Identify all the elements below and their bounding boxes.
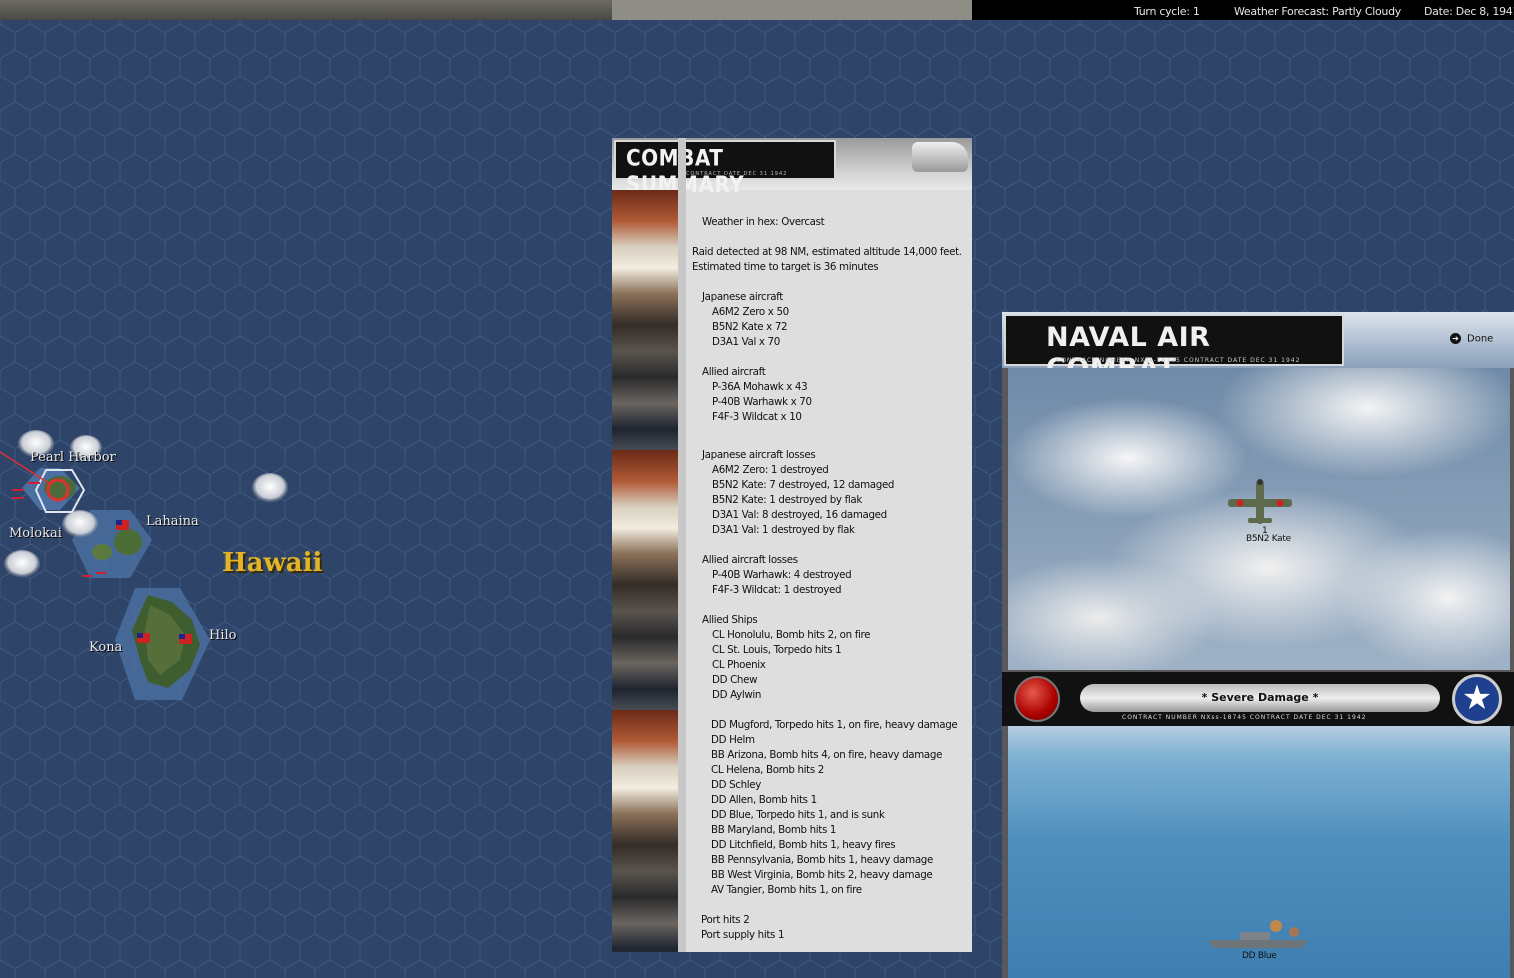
aircraft-label: B5N2 Kate xyxy=(1246,534,1291,544)
done-label: Done xyxy=(1467,333,1494,345)
summary-line: CL Phoenix xyxy=(712,659,766,671)
summary-line: DD Aylwin xyxy=(712,689,762,701)
summary-line: F4F-3 Wildcat x 10 xyxy=(712,411,802,423)
summary-line: F4F-3 Wildcat: 1 destroyed xyxy=(712,584,842,596)
place-label-hilo: Hilo xyxy=(209,628,237,643)
place-label-lahaina: Lahaina xyxy=(146,514,199,529)
naval-air-combat-header: NAVAL AIR COMBAT CONTRACT NUMBER NXss-18… xyxy=(1002,312,1514,384)
naval-air-combat-title-plate: NAVAL AIR COMBAT CONTRACT NUMBER NXss-18… xyxy=(1004,314,1344,384)
photo-strip xyxy=(612,190,678,450)
summary-line: D3A1 Val: 1 destroyed by flak xyxy=(712,524,855,536)
summary-heading: Japanese aircraft xyxy=(702,291,783,303)
summary-line: DD Blue, Torpedo hits 1, and is sunk xyxy=(711,809,885,821)
arrow-right-icon: ➔ xyxy=(1450,333,1461,344)
turn-cycle-label: Turn cycle: 1 xyxy=(1134,5,1200,18)
summary-line: DD Helm xyxy=(711,734,755,746)
summary-heading: Allied aircraft losses xyxy=(702,554,798,566)
aircraft-icon[interactable] xyxy=(1008,368,1510,670)
summary-line: Port supply hits 1 xyxy=(701,929,785,941)
summary-line: DD Chew xyxy=(712,674,758,686)
damage-bar-contract: CONTRACT NUMBER NXss-18745 CONTRACT DATE… xyxy=(1122,714,1367,721)
summary-line: A6M2 Zero x 50 xyxy=(712,306,789,318)
summary-line: BB Maryland, Bomb hits 1 xyxy=(711,824,837,836)
summary-line: DD Allen, Bomb hits 1 xyxy=(711,794,817,806)
combat-summary-title-plate: COMBAT SUMMARY CONTRACT DATE DEC 31 1942 xyxy=(614,140,836,197)
naval-air-combat-panel[interactable]: NAVAL AIR COMBAT CONTRACT NUMBER NXss-18… xyxy=(1002,312,1514,978)
lamp-icon xyxy=(912,142,968,172)
combat-summary-panel[interactable]: COMBAT SUMMARY CONTRACT DATE DEC 31 1942… xyxy=(612,138,972,952)
combat-summary-contract: CONTRACT DATE DEC 31 1942 xyxy=(686,171,788,177)
summary-heading: Allied Ships xyxy=(702,614,758,626)
weather-forecast-label: Weather Forecast: Partly Cloudy xyxy=(1234,5,1401,18)
place-label-kona: Kona xyxy=(89,640,123,655)
summary-heading: Japanese aircraft losses xyxy=(702,449,816,461)
status-bar: Turn cycle: 1 Weather Forecast: Partly C… xyxy=(972,0,1514,21)
summary-line: Raid detected at 98 NM, estimated altitu… xyxy=(692,246,962,258)
sea-view: DD Blue xyxy=(1008,726,1510,978)
ship-icon[interactable] xyxy=(1008,726,1510,978)
summary-line: BB West Virginia, Bomb hits 2, heavy dam… xyxy=(711,869,933,881)
top-bar-segment xyxy=(612,0,972,20)
summary-line: D3A1 Val: 8 destroyed, 16 damaged xyxy=(712,509,887,521)
damage-bar: * Severe Damage * CONTRACT NUMBER NXss-1… xyxy=(1002,672,1514,726)
summary-line: A6M2 Zero: 1 destroyed xyxy=(712,464,829,476)
summary-line: Port hits 2 xyxy=(701,914,750,926)
photo-strip-edge xyxy=(678,138,686,952)
summary-line: BB Arizona, Bomb hits 4, on fire, heavy … xyxy=(711,749,943,761)
summary-line: P-40B Warhawk x 70 xyxy=(712,396,812,408)
combat-summary-header: COMBAT SUMMARY CONTRACT DATE DEC 31 1942 xyxy=(612,138,972,197)
summary-heading: Allied aircraft xyxy=(702,366,766,378)
summary-line: D3A1 Val x 70 xyxy=(712,336,780,348)
summary-line: B5N2 Kate: 7 destroyed, 12 damaged xyxy=(712,479,895,491)
summary-line: Estimated time to target is 36 minutes xyxy=(692,261,879,273)
place-label-pearl-harbor: Pearl Harbor xyxy=(30,450,116,465)
us-star-icon: ★ xyxy=(1452,674,1502,724)
summary-line: BB Pennsylvania, Bomb hits 1, heavy dama… xyxy=(711,854,933,866)
summary-line: AV Tangier, Bomb hits 1, on fire xyxy=(711,884,862,896)
top-bar xyxy=(0,0,972,20)
summary-line: B5N2 Kate: 1 destroyed by flak xyxy=(712,494,862,506)
summary-line: P-40B Warhawk: 4 destroyed xyxy=(712,569,852,581)
summary-line: CL Honolulu, Bomb hits 2, on fire xyxy=(712,629,871,641)
summary-line: DD Schley xyxy=(711,779,761,791)
photo-strip xyxy=(612,710,678,952)
ship-label: DD Blue xyxy=(1242,951,1277,961)
photo-strip xyxy=(612,450,678,710)
place-label-molokai: Molokai xyxy=(9,526,62,541)
done-button[interactable]: ➔ Done xyxy=(1450,333,1493,345)
summary-line: B5N2 Kate x 72 xyxy=(712,321,788,333)
date-label: Date: Dec 8, 1941 xyxy=(1424,5,1514,18)
summary-line: Weather in hex: Overcast xyxy=(702,216,825,228)
summary-line: CL Helena, Bomb hits 2 xyxy=(711,764,824,776)
summary-line: CL St. Louis, Torpedo hits 1 xyxy=(712,644,842,656)
summary-line: P-36A Mohawk x 43 xyxy=(712,381,808,393)
summary-line: DD Litchfield, Bomb hits 1, heavy fires xyxy=(711,839,896,851)
damage-status: * Severe Damage * xyxy=(1080,684,1440,712)
summary-line: DD Mugford, Torpedo hits 1, on fire, hea… xyxy=(711,719,958,731)
red-button[interactable] xyxy=(1014,676,1060,722)
sky-view: 1 B5N2 Kate xyxy=(1008,368,1510,670)
naval-air-combat-contract: CONTRACT NUMBER NXss-18745 CONTRACT DATE… xyxy=(1056,357,1301,364)
region-label-hawaii: Hawaii xyxy=(222,548,323,578)
